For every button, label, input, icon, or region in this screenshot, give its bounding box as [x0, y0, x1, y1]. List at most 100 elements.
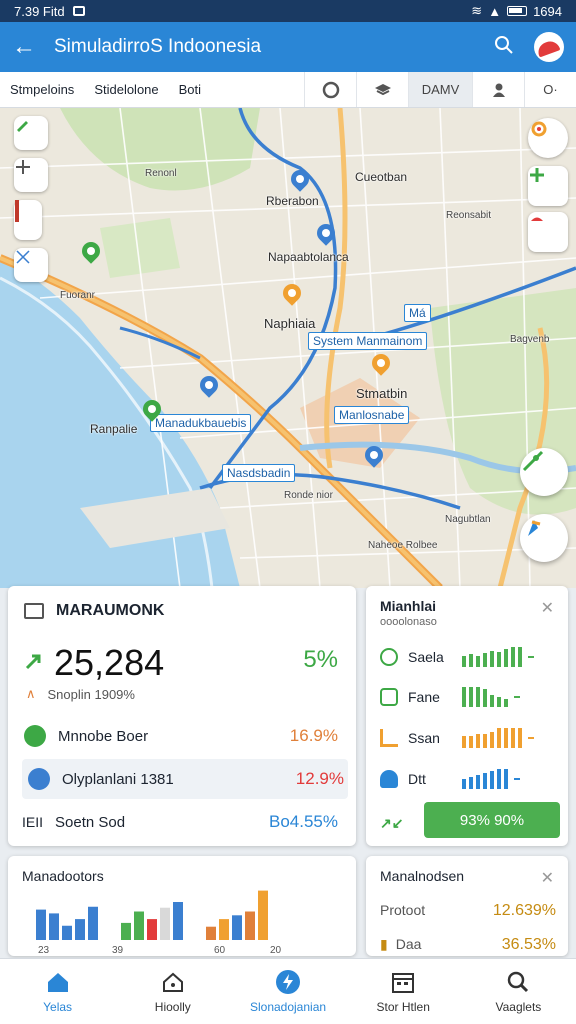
expand-icon[interactable]: ↗↙ — [380, 815, 403, 832]
target-icon[interactable] — [304, 72, 356, 107]
mini-card-title: Manalnodsen — [380, 868, 465, 884]
metric-bar — [504, 649, 508, 667]
chart-tick-label: 39 — [112, 945, 124, 956]
map-tag-3[interactable]: Manadukbauebis — [150, 414, 252, 432]
app-bar: ← SimuladirroS Indoonesia — [0, 22, 576, 72]
route-fab-button[interactable] — [520, 448, 568, 496]
metric-bar — [476, 734, 480, 748]
zoom-out-button[interactable] — [528, 212, 568, 252]
map-settings-button[interactable] — [528, 118, 568, 158]
mini-row-2[interactable]: ▮ Daa 36.53% — [380, 936, 556, 954]
zoom-in-button[interactable] — [528, 166, 568, 206]
toolbar-tab-1[interactable]: Stmpeloins — [0, 82, 84, 97]
metrics-action-button[interactable]: 93% 90% — [424, 802, 560, 838]
summary-value-row: 25,284 — [24, 642, 164, 684]
metric-row-1[interactable]: Saela — [380, 642, 560, 672]
toolbar-active-button[interactable]: DAMV — [408, 72, 472, 107]
metric-bar — [490, 695, 494, 707]
row-value: 16.9% — [289, 726, 338, 745]
metric-bar — [490, 651, 494, 667]
layers-icon[interactable] — [356, 72, 408, 107]
metric-row-4[interactable]: Dtt — [380, 764, 560, 794]
metric-bar — [483, 773, 487, 789]
summary-card: MARAUMONK 25,284 5% ∧ Snoplin 1909% Mnno… — [8, 586, 356, 846]
row-status-icon — [24, 725, 46, 747]
map-toolbar: Stmpeloins Stidelolone Boti DAMV O· — [0, 72, 576, 108]
notification-icon — [72, 6, 85, 16]
more-button[interactable]: O· — [524, 72, 576, 107]
summary-row-3[interactable]: IEII Soetn Sod Bo4.55% — [22, 802, 342, 842]
summary-card-title: MARAUMONK — [56, 602, 165, 619]
map-tool-move-button[interactable] — [14, 158, 48, 192]
metric-bar — [504, 769, 508, 789]
close-icon[interactable]: ✕ — [541, 598, 554, 618]
nav-item-schedule[interactable]: Stor Htlen — [346, 959, 461, 1024]
navigate-fab-button[interactable] — [520, 514, 568, 562]
map-tag-2[interactable]: Má — [404, 304, 431, 322]
status-battery-text: 1694 — [533, 3, 562, 19]
bar-chart-icon — [380, 729, 398, 747]
metric-bar — [504, 728, 508, 748]
map-view[interactable]: Cueotban Rberabon Napaabtolanca Naphiaia… — [0, 108, 576, 588]
metric-row-3[interactable]: Ssan — [380, 723, 560, 753]
bar-chart-card: Manadootors 23 39 60 20 — [8, 856, 356, 956]
map-label-10: Fuoranr — [60, 290, 96, 301]
summary-row-1[interactable]: Mnnobe Boer 16.9% — [22, 716, 342, 756]
mini-row-1[interactable]: Protoot 12.639% — [380, 902, 556, 920]
calendar-icon — [390, 970, 416, 994]
home-icon — [45, 970, 71, 994]
map-label-6: Ranpalie — [90, 422, 138, 436]
search-icon — [380, 648, 398, 666]
summary-subtext: Snoplin 1909% — [47, 686, 135, 702]
toolbar-tab-3[interactable]: Boti — [169, 82, 211, 97]
metric-bars — [462, 647, 534, 667]
back-arrow-icon[interactable]: ← — [12, 33, 44, 61]
metric-bar — [469, 654, 473, 667]
nav-item-search[interactable]: Vaaglets — [461, 959, 576, 1024]
chart-tick-label: 60 — [214, 945, 226, 956]
nav-item-home[interactable]: Yelas — [0, 959, 115, 1024]
chart-bar — [121, 922, 131, 940]
metric-dash — [514, 696, 520, 698]
metric-label: Ssan — [408, 730, 440, 746]
summary-subtext-row: ∧ Snoplin 1909% — [26, 686, 135, 702]
caret-up-icon: ∧ — [26, 686, 36, 701]
chart-bar — [258, 890, 268, 940]
map-tool-measure-button[interactable] — [14, 248, 48, 282]
chart-bar — [173, 902, 183, 940]
metric-bar — [483, 689, 487, 707]
map-label-4: Naphiaia — [264, 316, 316, 331]
map-tag-4[interactable]: Manlosnabe — [334, 406, 410, 424]
close-icon[interactable]: ✕ — [541, 868, 554, 888]
metric-row-2[interactable]: Fane — [380, 682, 560, 712]
nav-item-history[interactable]: Hioolly — [115, 959, 230, 1024]
map-label-12: Nagubtlan — [445, 514, 491, 525]
map-label-13: Naheoe Rolbee — [368, 540, 438, 551]
wifi-icon: ≋ — [471, 3, 483, 18]
monitor-icon — [24, 603, 44, 619]
metric-bar — [462, 779, 466, 789]
nav-item-simulation[interactable]: Slonadojanian — [230, 959, 345, 1024]
metric-dash — [528, 737, 534, 739]
row-label: Soetn Sod — [55, 813, 126, 831]
summary-row-2[interactable]: Olyplanlani 1381 12.9% — [22, 759, 348, 799]
metric-bars — [462, 687, 520, 707]
map-label-1: Cueotban — [355, 170, 408, 184]
metric-bar — [497, 697, 501, 707]
metric-bar — [483, 734, 487, 748]
map-tool-edit-button[interactable] — [14, 116, 48, 150]
search-icon[interactable] — [494, 35, 514, 60]
avatar[interactable] — [534, 32, 564, 62]
chart-tick-label: 20 — [270, 945, 282, 956]
map-tag-5[interactable]: Nasdsbadin — [222, 464, 296, 482]
metric-bar — [518, 728, 522, 748]
status-bar: 7.39 Fitd ≋ ▲ 1694 — [0, 0, 576, 22]
mini-stats-card: Manalnodsen ✕ Protoot 12.639% ▮ Daa 36.5… — [366, 856, 568, 956]
map-label-5: Stmatbin — [356, 386, 408, 401]
toolbar-tab-2[interactable]: Stidelolone — [84, 82, 168, 97]
map-tag-1[interactable]: System Manmainom — [308, 332, 428, 350]
map-tool-pin-button[interactable] — [14, 200, 42, 240]
map-label-8: Reonsabit — [446, 210, 492, 221]
metric-label: Fane — [408, 689, 440, 705]
person-icon[interactable] — [472, 72, 524, 107]
